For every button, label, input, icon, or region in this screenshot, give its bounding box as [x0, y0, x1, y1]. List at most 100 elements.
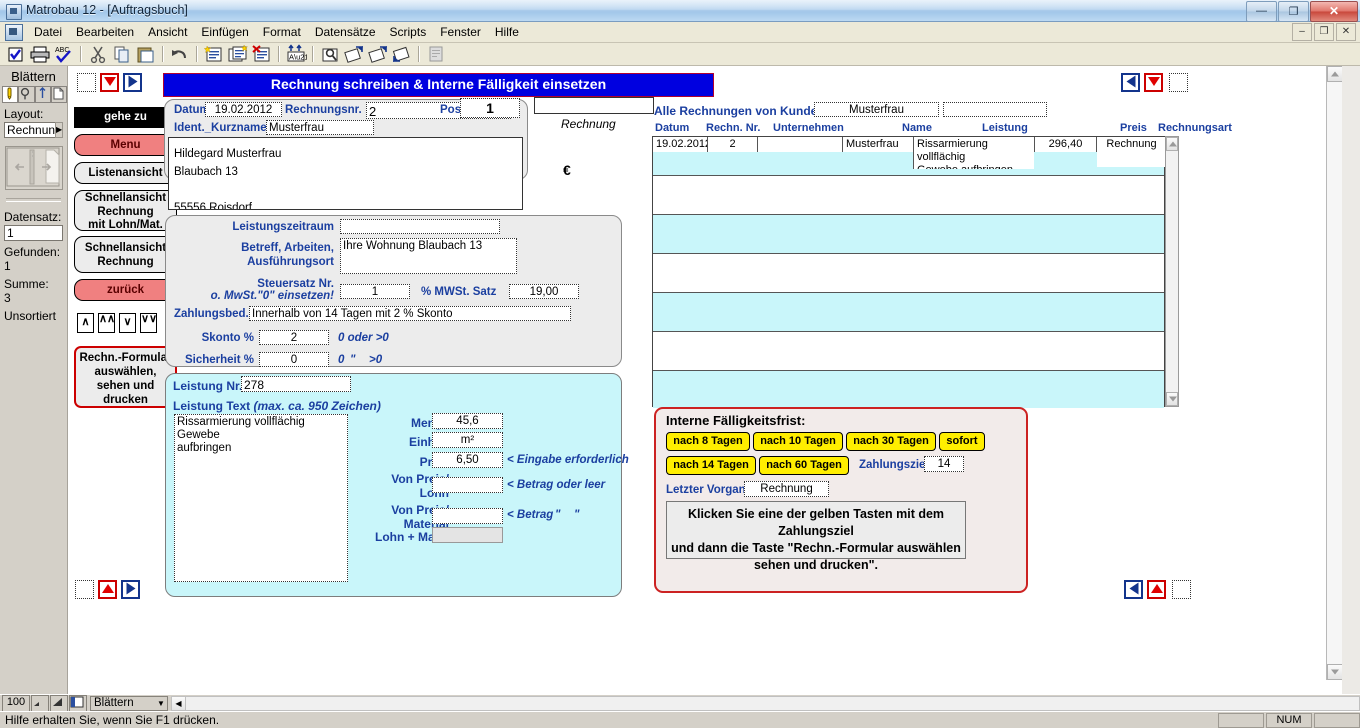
main-vertical-scrollbar[interactable]	[1326, 66, 1343, 680]
ident-field[interactable]: Musterfrau	[266, 120, 374, 135]
book-flip-icon[interactable]	[4, 146, 63, 190]
sort-up-button[interactable]: ∧	[77, 313, 94, 333]
schnellansicht-button[interactable]: Schnellansicht Rechnung	[74, 236, 177, 273]
cell-datum[interactable]: 19.02.2012	[653, 137, 708, 152]
omit-icon[interactable]	[367, 44, 389, 64]
vonpreis-material-field[interactable]	[432, 508, 503, 524]
einheit-field[interactable]: m²	[432, 432, 503, 448]
nav-left-button-top[interactable]	[1121, 73, 1140, 92]
zahlungsbed-field[interactable]: Innerhalb von 14 Tagen mit 2 % Skonto	[249, 306, 571, 321]
table-row-empty[interactable]	[653, 293, 1164, 332]
sort-up-all-button[interactable]: ∧∧	[98, 313, 115, 333]
minimize-button[interactable]: —	[1246, 1, 1277, 22]
spellcheck-icon[interactable]: ABC	[53, 44, 75, 64]
menu-item-ansicht[interactable]: Ansicht	[141, 23, 194, 41]
zoom-out-icon[interactable]	[31, 694, 49, 712]
portal-customer-field[interactable]: Musterfrau	[814, 102, 939, 117]
leistungszeitraum-field[interactable]	[340, 219, 500, 234]
table-row[interactable]: 19.02.2012 2 Musterfrau Rissarmierung vo…	[653, 137, 1166, 176]
table-row-empty[interactable]	[653, 176, 1164, 215]
datum-field[interactable]: 19.02.2012	[205, 102, 282, 117]
sicherheit-field[interactable]: 0	[259, 352, 329, 367]
nav-left-button-bottom[interactable]	[1124, 580, 1143, 599]
doc-minimize-button[interactable]: –	[1292, 23, 1312, 41]
rechnungsformular-button[interactable]: Rechn.-Formular auswählen, sehen und dru…	[74, 346, 177, 408]
sort-down-all-button[interactable]: ∨∨	[140, 313, 157, 333]
due-30-days-button[interactable]: nach 30 Tagen	[846, 432, 936, 451]
preis-field[interactable]: 6,50	[432, 452, 503, 468]
due-10-days-button[interactable]: nach 10 Tagen	[753, 432, 843, 451]
delete-record-icon[interactable]	[251, 44, 273, 64]
due-14-days-button[interactable]: nach 14 Tagen	[666, 456, 756, 475]
portal-scrollbar[interactable]	[1165, 136, 1179, 407]
menu-item-hilfe[interactable]: Hilfe	[488, 23, 526, 41]
menu-item-scripts[interactable]: Scripts	[383, 23, 434, 41]
copy-icon[interactable]	[111, 44, 133, 64]
menu-item-fenster[interactable]: Fenster	[433, 23, 488, 41]
nav-down-button[interactable]	[100, 73, 119, 92]
steuersatz-field[interactable]: 1	[340, 284, 410, 299]
menu-item-bearbeiten[interactable]: Bearbeiten	[69, 23, 141, 41]
horizontal-scrollbar[interactable]: ◀	[171, 695, 1360, 711]
scroll-up-icon[interactable]	[1166, 137, 1178, 151]
print-icon[interactable]	[29, 44, 51, 64]
due-60-days-button[interactable]: nach 60 Tagen	[759, 456, 849, 475]
leistung-nr-field[interactable]: 278	[241, 376, 351, 392]
nav-down-button-top[interactable]	[1144, 73, 1163, 92]
scroll-down-icon[interactable]	[1166, 392, 1178, 406]
omit-multiple-icon[interactable]	[391, 44, 413, 64]
cell-unternehmen[interactable]	[758, 137, 843, 152]
zoom-in-icon[interactable]	[50, 694, 68, 712]
listenansicht-button[interactable]: Listenansicht	[74, 162, 177, 184]
zurueck-button[interactable]: zurück	[74, 279, 177, 301]
nav-blank-button-top[interactable]	[1169, 73, 1188, 92]
letzter-vorgang-field[interactable]: Rechnung	[744, 481, 829, 497]
leistung-text-field[interactable]: Rissarmierung vollflächig Gewebe aufbrin…	[174, 414, 348, 582]
maximize-button[interactable]: ❐	[1278, 1, 1309, 22]
due-immediate-button[interactable]: sofort	[939, 432, 985, 451]
portal-customer-extra-field[interactable]	[943, 102, 1047, 117]
zahlungsziel-field[interactable]: 14	[924, 456, 964, 472]
nav-right-button-bottom[interactable]	[121, 580, 140, 599]
new-record-icon[interactable]	[203, 44, 225, 64]
table-row-empty[interactable]	[653, 371, 1164, 408]
find-mode-icon[interactable]	[18, 86, 35, 103]
layout-mode-icon[interactable]	[50, 86, 67, 103]
duplicate-record-icon[interactable]	[227, 44, 249, 64]
cell-rechnungsart[interactable]: Rechnung	[1097, 137, 1166, 167]
menu-item-datei[interactable]: Datei	[27, 23, 69, 41]
document-icon[interactable]	[5, 23, 23, 41]
cell-leistung[interactable]: Rissarmierung vollflächig Gewebe aufbrin…	[913, 137, 1034, 169]
skonto-field[interactable]: 2	[259, 330, 329, 345]
mwst-field[interactable]: 19,00	[509, 284, 579, 299]
table-row-empty[interactable]	[653, 215, 1164, 254]
nav-blank-button-bottom[interactable]	[75, 580, 94, 599]
nav-blank-button[interactable]	[77, 73, 96, 92]
doc-restore-button[interactable]: ❐	[1314, 23, 1334, 41]
cell-name[interactable]: Musterfrau	[843, 137, 913, 152]
show-all-icon[interactable]	[343, 44, 365, 64]
menu-button[interactable]: Menu	[74, 134, 177, 156]
address-field[interactable]: Hildegard Musterfrau Blaubach 13 55556 R…	[168, 137, 523, 210]
betreff-field[interactable]: Ihre Wohnung Blaubach 13	[340, 238, 517, 274]
record-number-input[interactable]: 1	[4, 225, 63, 241]
undo-icon[interactable]	[169, 44, 191, 64]
table-row-empty[interactable]	[653, 254, 1164, 293]
doc-close-button[interactable]: ✕	[1336, 23, 1356, 41]
cell-preis[interactable]: 296,40	[1034, 137, 1097, 152]
doctype-field[interactable]	[534, 97, 654, 114]
nav-up-button-bottom-right[interactable]	[1147, 580, 1166, 599]
menu-item-format[interactable]: Format	[256, 23, 308, 41]
close-button[interactable]: ✕	[1310, 1, 1358, 22]
vonpreis-lohn-field[interactable]	[432, 477, 503, 493]
sort-down-button[interactable]: ∨	[119, 313, 136, 333]
schnellansicht-lohn-button[interactable]: Schnellansicht Rechnung mit Lohn/Mat.	[74, 190, 177, 231]
table-row-empty[interactable]	[653, 332, 1164, 371]
cell-nr[interactable]: 2	[708, 137, 758, 152]
layout-select[interactable]: Rechnun ▶	[4, 122, 64, 138]
nav-blank-button-bottom-right[interactable]	[1172, 580, 1191, 599]
browse-mode-icon[interactable]	[2, 86, 19, 103]
mode-select[interactable]: Blättern ▼	[90, 695, 168, 711]
scroll-down-icon[interactable]	[1327, 664, 1343, 680]
scroll-left-icon[interactable]: ◀	[172, 696, 186, 710]
